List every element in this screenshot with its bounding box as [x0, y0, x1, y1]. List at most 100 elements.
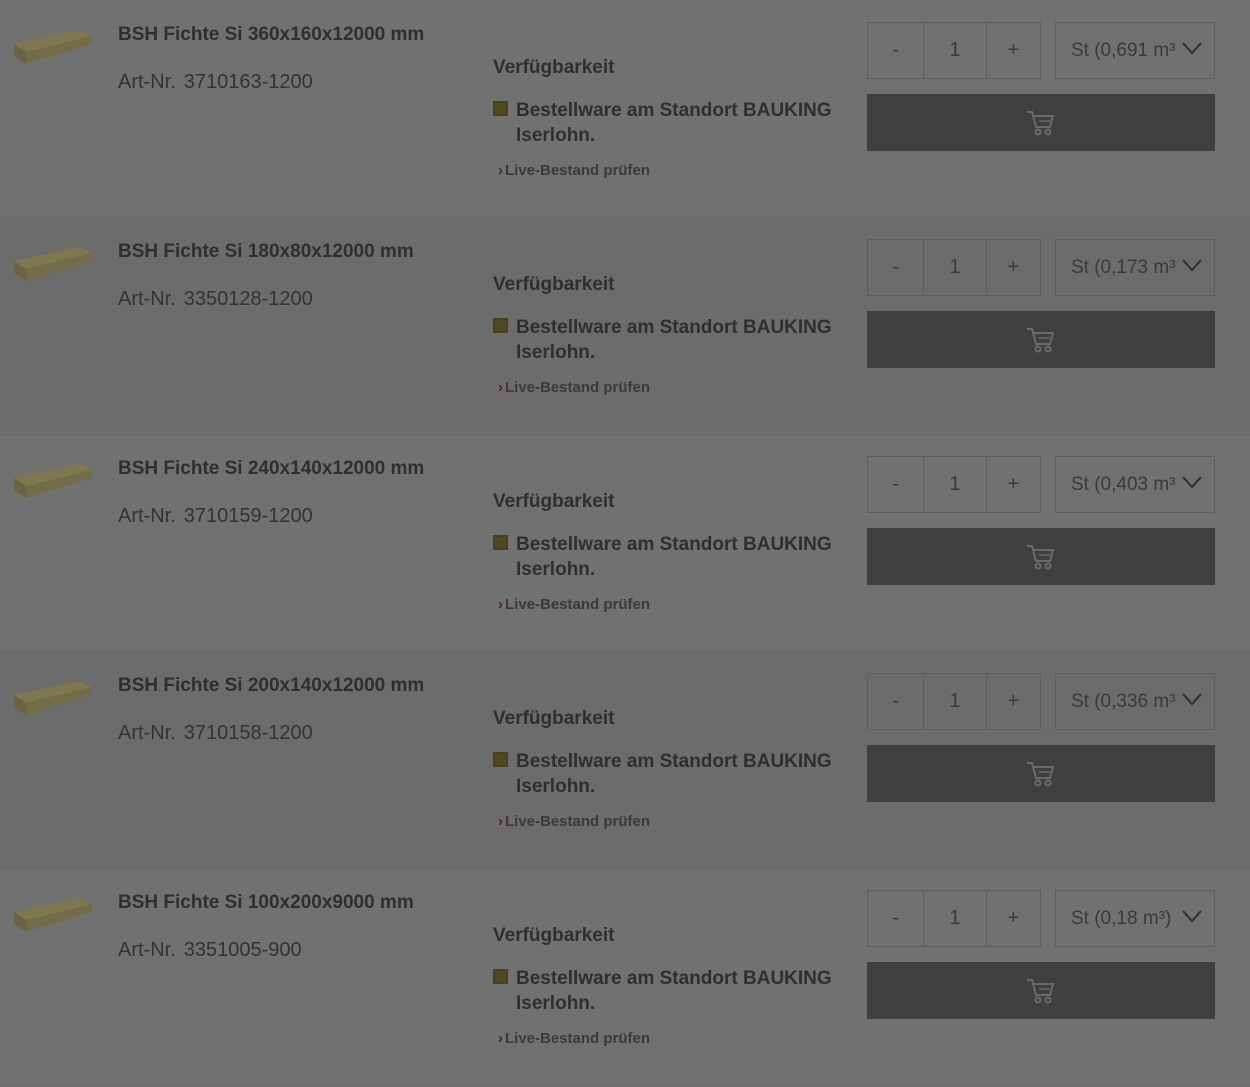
wood-beam-icon[interactable]	[14, 464, 92, 502]
unit-select[interactable]: St (0,173 m³	[1055, 239, 1215, 296]
live-stock-link-label: Live-Bestand prüfen	[505, 379, 651, 396]
live-stock-link[interactable]: › Live-Bestand prüfen	[498, 1030, 650, 1047]
unit-select[interactable]: St (0,336 m³	[1055, 673, 1215, 730]
cart-icon	[1027, 761, 1055, 786]
article-number: Art-Nr. 3350128-1200	[118, 288, 313, 311]
product-title[interactable]: BSH Fichte Si 200x140x12000 mm	[118, 675, 424, 697]
availability-status-icon	[493, 969, 508, 984]
availability-status-icon	[493, 101, 508, 116]
chevron-right-icon: ›	[498, 1030, 503, 1047]
product-row: BSH Fichte Si 200x140x12000 mm Art-Nr. 37…	[0, 651, 1250, 868]
unit-select[interactable]: St (0,403 m³	[1055, 456, 1215, 513]
article-number-label: Art-Nr.	[118, 939, 176, 961]
live-stock-link-label: Live-Bestand prüfen	[505, 596, 651, 613]
article-number-value: 3350128-1200	[183, 288, 313, 310]
row-divider	[0, 434, 1250, 435]
quantity-stepper: - 1 +	[867, 239, 1041, 296]
product-title[interactable]: BSH Fichte Si 180x80x12000 mm	[118, 241, 414, 263]
chevron-down-icon	[1182, 910, 1202, 923]
chevron-right-icon: ›	[498, 813, 503, 830]
quantity-stepper: - 1 +	[867, 890, 1041, 947]
live-stock-link-label: Live-Bestand prüfen	[505, 162, 651, 179]
product-row: BSH Fichte Si 180x80x12000 mm Art-Nr. 335…	[0, 217, 1250, 434]
article-number: Art-Nr. 3710158-1200	[118, 722, 313, 745]
product-title[interactable]: BSH Fichte Si 100x200x9000 mm	[118, 892, 414, 914]
product-row: BSH Fichte Si 240x140x12000 mm Art-Nr. 37…	[0, 434, 1250, 651]
availability-status-icon	[493, 752, 508, 767]
unit-select-value: St (0,403 m³	[1071, 473, 1176, 495]
quantity-increase-button[interactable]: +	[987, 891, 1040, 946]
quantity-decrease-button[interactable]: -	[868, 23, 925, 78]
quantity-stepper: - 1 +	[867, 456, 1041, 513]
live-stock-link[interactable]: › Live-Bestand prüfen	[498, 596, 650, 613]
availability-status-text: Bestellware am Standort BAUKING Iserlohn…	[516, 317, 832, 363]
cart-icon	[1027, 110, 1055, 135]
article-number-label: Art-Nr.	[118, 288, 176, 310]
product-row: BSH Fichte Si 360x160x12000 mm Art-Nr. 37…	[0, 0, 1250, 217]
availability-status: Bestellware am Standort BAUKING Iserlohn…	[493, 98, 838, 148]
article-number: Art-Nr. 3351005-900	[118, 939, 302, 962]
wood-beam-icon[interactable]	[14, 898, 92, 936]
quantity-increase-button[interactable]: +	[987, 457, 1040, 512]
unit-select-value: St (0,18 m³)	[1071, 907, 1172, 929]
availability-heading: Verfügbarkeit	[493, 274, 615, 295]
quantity-input[interactable]: 1	[924, 891, 987, 946]
quantity-stepper: - 1 +	[867, 673, 1041, 730]
add-to-cart-button[interactable]	[867, 962, 1215, 1019]
product-title[interactable]: BSH Fichte Si 240x140x12000 mm	[118, 458, 424, 480]
add-to-cart-button[interactable]	[867, 528, 1215, 585]
live-stock-link[interactable]: › Live-Bestand prüfen	[498, 379, 650, 396]
product-title[interactable]: BSH Fichte Si 360x160x12000 mm	[118, 24, 424, 46]
quantity-decrease-button[interactable]: -	[868, 891, 925, 946]
article-number: Art-Nr. 3710159-1200	[118, 505, 313, 528]
add-to-cart-button[interactable]	[867, 311, 1215, 368]
quantity-decrease-button[interactable]: -	[868, 674, 925, 729]
unit-select[interactable]: St (0,691 m³	[1055, 22, 1215, 79]
wood-beam-icon[interactable]	[14, 30, 92, 68]
chevron-down-icon	[1182, 693, 1202, 706]
add-to-cart-button[interactable]	[867, 94, 1215, 151]
article-number: Art-Nr. 3710163-1200	[118, 71, 313, 94]
chevron-down-icon	[1182, 42, 1202, 55]
article-number-value: 3710159-1200	[183, 505, 313, 527]
quantity-increase-button[interactable]: +	[987, 674, 1040, 729]
chevron-down-icon	[1182, 476, 1202, 489]
quantity-increase-button[interactable]: +	[987, 23, 1040, 78]
live-stock-link[interactable]: › Live-Bestand prüfen	[498, 813, 650, 830]
live-stock-link[interactable]: › Live-Bestand prüfen	[498, 162, 650, 179]
article-number-value: 3710158-1200	[183, 722, 313, 744]
chevron-right-icon: ›	[498, 379, 503, 396]
product-row: BSH Fichte Si 100x200x9000 mm Art-Nr. 335…	[0, 868, 1250, 1085]
unit-select-value: St (0,336 m³	[1071, 690, 1176, 712]
live-stock-link-label: Live-Bestand prüfen	[505, 1030, 651, 1047]
quantity-increase-button[interactable]: +	[987, 240, 1040, 295]
availability-status-text: Bestellware am Standort BAUKING Iserlohn…	[516, 100, 832, 146]
article-number-label: Art-Nr.	[118, 71, 176, 93]
quantity-input[interactable]: 1	[924, 23, 987, 78]
quantity-input[interactable]: 1	[924, 674, 987, 729]
availability-status-icon	[493, 535, 508, 550]
cart-icon	[1027, 544, 1055, 569]
availability-heading: Verfügbarkeit	[493, 491, 615, 512]
chevron-right-icon: ›	[498, 162, 503, 179]
article-number-label: Art-Nr.	[118, 505, 176, 527]
availability-status-text: Bestellware am Standort BAUKING Iserlohn…	[516, 968, 832, 1014]
quantity-input[interactable]: 1	[924, 457, 987, 512]
unit-select-value: St (0,173 m³	[1071, 256, 1176, 278]
cart-icon	[1027, 327, 1055, 352]
add-to-cart-button[interactable]	[867, 745, 1215, 802]
quantity-input[interactable]: 1	[924, 240, 987, 295]
row-divider	[0, 217, 1250, 218]
unit-select[interactable]: St (0,18 m³)	[1055, 890, 1215, 947]
availability-heading: Verfügbarkeit	[493, 925, 615, 946]
availability-status: Bestellware am Standort BAUKING Iserlohn…	[493, 532, 838, 582]
quantity-decrease-button[interactable]: -	[868, 240, 925, 295]
unit-select-value: St (0,691 m³	[1071, 39, 1176, 61]
wood-beam-icon[interactable]	[14, 681, 92, 719]
availability-status: Bestellware am Standort BAUKING Iserlohn…	[493, 749, 838, 799]
article-number-label: Art-Nr.	[118, 722, 176, 744]
wood-beam-icon[interactable]	[14, 247, 92, 285]
live-stock-link-label: Live-Bestand prüfen	[505, 813, 651, 830]
chevron-down-icon	[1182, 259, 1202, 272]
quantity-decrease-button[interactable]: -	[868, 457, 925, 512]
